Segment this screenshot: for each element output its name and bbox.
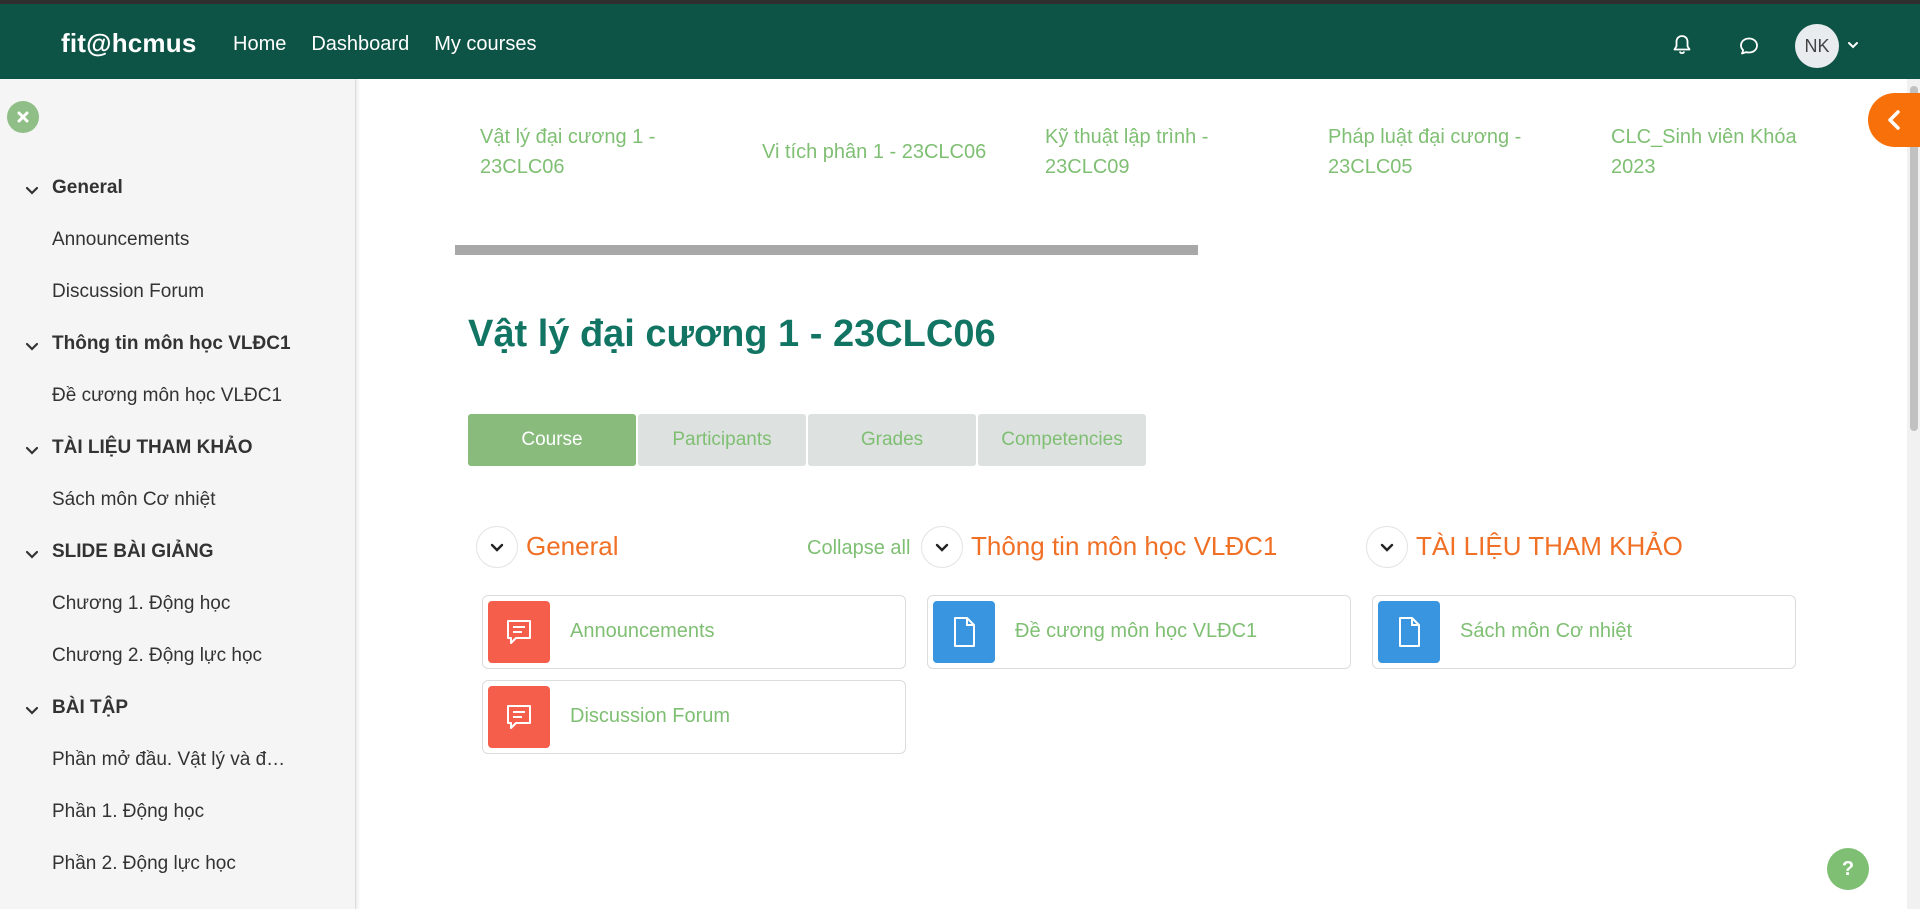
collapse-all-link[interactable]: Collapse all (807, 537, 910, 560)
sidebar-item[interactable]: Phần mở đầu. Vật lý và đ… (52, 749, 285, 771)
section-toggle-general[interactable] (476, 526, 518, 568)
site-brand[interactable]: fit@hcmus (61, 28, 197, 59)
course-link-vat-ly[interactable]: Vật lý đại cương 1 - 23CLC06 (480, 122, 655, 182)
nav-dashboard-link[interactable]: Dashboard (311, 33, 409, 56)
sidebar-item[interactable]: Chương 1. Động học (52, 593, 230, 615)
forum-icon (488, 601, 550, 663)
tab-grades[interactable]: Grades (808, 414, 976, 466)
activity-label: Đề cương môn học VLĐC1 (1015, 620, 1258, 642)
activity-discussion-forum[interactable]: Discussion Forum (482, 680, 906, 754)
section-title-tai-lieu[interactable]: TÀI LIỆU THAM KHẢO (1416, 531, 1683, 562)
section-toggle-tai-lieu[interactable] (1366, 526, 1408, 568)
course-carousel-scrollbar[interactable] (455, 245, 1198, 255)
tab-course[interactable]: Course (468, 414, 636, 466)
course-link-ky-thuat-lap-trinh[interactable]: Kỹ thuật lập trình - 23CLC09 (1045, 122, 1208, 182)
page-title: Vật lý đại cương 1 - 23CLC06 (468, 313, 996, 355)
sidebar-section[interactable]: BÀI TẬP (52, 697, 128, 719)
tab-competencies[interactable]: Competencies (978, 414, 1146, 466)
sidebar-item[interactable]: Phần 1. Động học (52, 801, 204, 823)
activity-label: Sách môn Cơ nhiệt (1460, 620, 1633, 642)
sidebar-item[interactable]: Đề cương môn học VLĐC1 (52, 385, 282, 407)
activity-sach-co-nhiet[interactable]: Sách môn Cơ nhiệt (1372, 595, 1796, 669)
close-drawer-button[interactable] (7, 101, 39, 133)
activity-announcements[interactable]: Announcements (482, 595, 906, 669)
file-icon (1378, 601, 1440, 663)
nav-my-courses-link[interactable]: My courses (434, 33, 536, 56)
file-icon (933, 601, 995, 663)
chevron-down-icon[interactable] (25, 443, 39, 457)
sidebar-section[interactable]: TÀI LIỆU THAM KHẢO (52, 437, 253, 459)
bell-icon[interactable] (1670, 33, 1694, 57)
chevron-down-icon[interactable] (25, 339, 39, 353)
sidebar-item[interactable]: Chương 2. Động lực học (52, 645, 262, 667)
chevron-down-icon (490, 543, 504, 552)
course-link-vi-tich-phan[interactable]: Vi tích phân 1 - 23CLC06 (762, 137, 986, 167)
close-icon (17, 111, 29, 123)
activity-label: Discussion Forum (570, 705, 731, 727)
sidebar-item[interactable]: Discussion Forum (52, 281, 204, 303)
chevron-down-icon[interactable] (25, 703, 39, 717)
top-navbar: fit@hcmus Home Dashboard My courses NK (0, 0, 1920, 79)
activity-de-cuong[interactable]: Đề cương môn học VLĐC1 (927, 595, 1351, 669)
chevron-down-icon (935, 543, 949, 552)
messages-icon[interactable] (1737, 34, 1761, 58)
chevron-left-icon (1888, 110, 1900, 130)
chevron-down-icon[interactable] (25, 547, 39, 561)
open-block-drawer-button[interactable] (1868, 93, 1920, 147)
nav-home-link[interactable]: Home (233, 33, 286, 56)
chevron-down-icon[interactable] (1846, 38, 1860, 52)
chevron-down-icon (1380, 543, 1394, 552)
forum-icon (488, 686, 550, 748)
sidebar-item[interactable]: Announcements (52, 229, 189, 251)
sidebar-section[interactable]: SLIDE BÀI GIẢNG (52, 541, 214, 563)
section-title-general[interactable]: General (526, 531, 619, 562)
course-tabs: Course Participants Grades Competencies (468, 414, 1146, 466)
sidebar-item[interactable]: Sách môn Cơ nhiệt (52, 489, 216, 511)
section-title-thong-tin[interactable]: Thông tin môn học VLĐC1 (971, 531, 1277, 562)
user-avatar[interactable]: NK (1795, 24, 1839, 68)
tab-participants[interactable]: Participants (638, 414, 806, 466)
section-toggle-thong-tin[interactable] (921, 526, 963, 568)
sidebar-section[interactable]: Thông tin môn học VLĐC1 (52, 333, 291, 355)
activity-label: Announcements (570, 620, 715, 642)
sidebar-item[interactable]: Phần 2. Động lực học (52, 853, 236, 875)
course-link-phap-luat[interactable]: Pháp luật đại cương - 23CLC05 (1328, 122, 1521, 182)
top-nav: Home Dashboard My courses (233, 33, 536, 56)
sidebar-section[interactable]: General (52, 177, 123, 199)
help-button[interactable]: ? (1827, 848, 1869, 890)
course-link-clc-sinh-vien[interactable]: CLC_Sinh viên Khóa 2023 (1611, 122, 1797, 182)
chevron-down-icon[interactable] (25, 183, 39, 197)
